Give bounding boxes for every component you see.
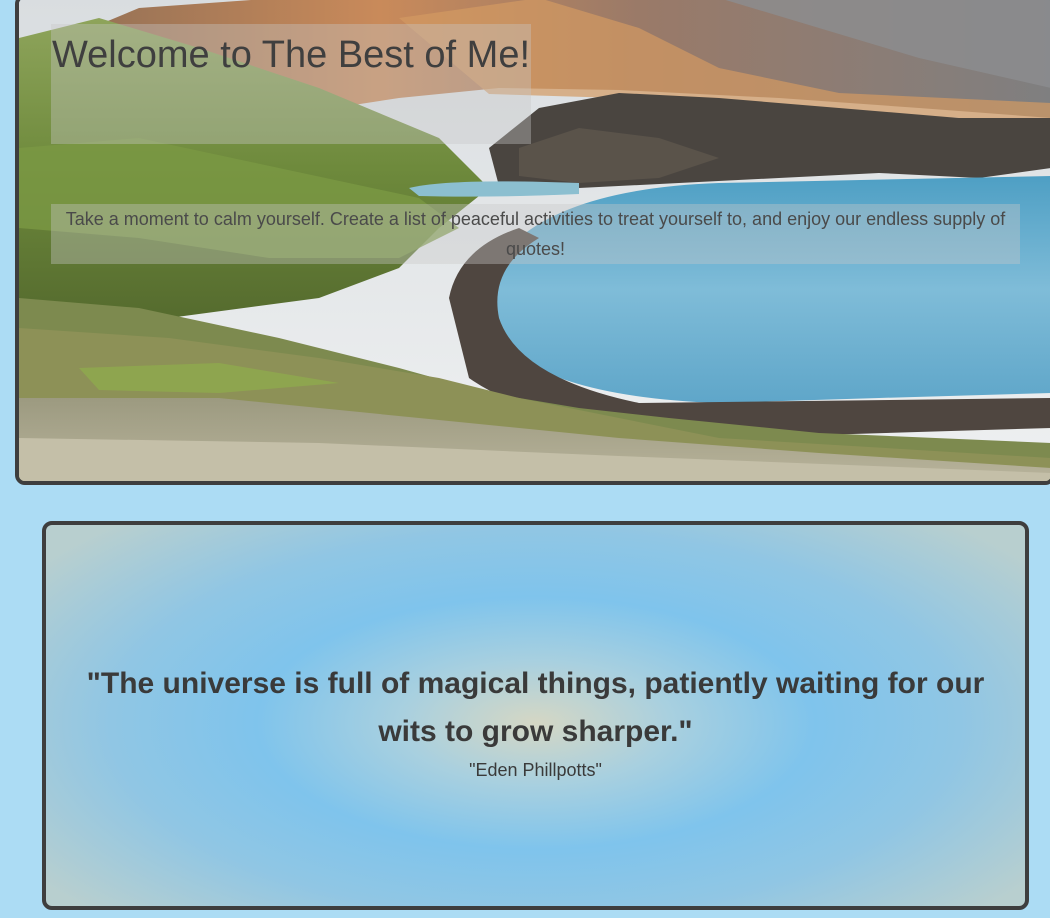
page-subtitle: Take a moment to calm yourself. Create a… bbox=[51, 204, 1020, 264]
page-title: Welcome to The Best of Me! bbox=[51, 24, 531, 144]
quote-text: "The universe is full of magical things,… bbox=[86, 666, 985, 748]
quote-author: "Eden Phillpotts" bbox=[469, 759, 602, 780]
hero-banner: Welcome to The Best of Me! Take a moment… bbox=[15, 0, 1050, 485]
quote-card: "The universe is full of magical things,… bbox=[42, 521, 1029, 910]
